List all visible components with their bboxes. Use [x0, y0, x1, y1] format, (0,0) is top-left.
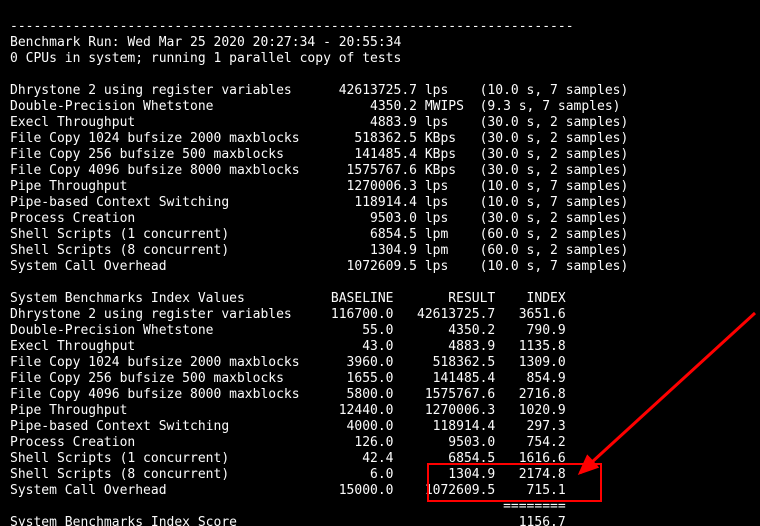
terminal-output: ----------------------------------------… [10, 19, 628, 526]
score-highlight-box [427, 463, 602, 502]
